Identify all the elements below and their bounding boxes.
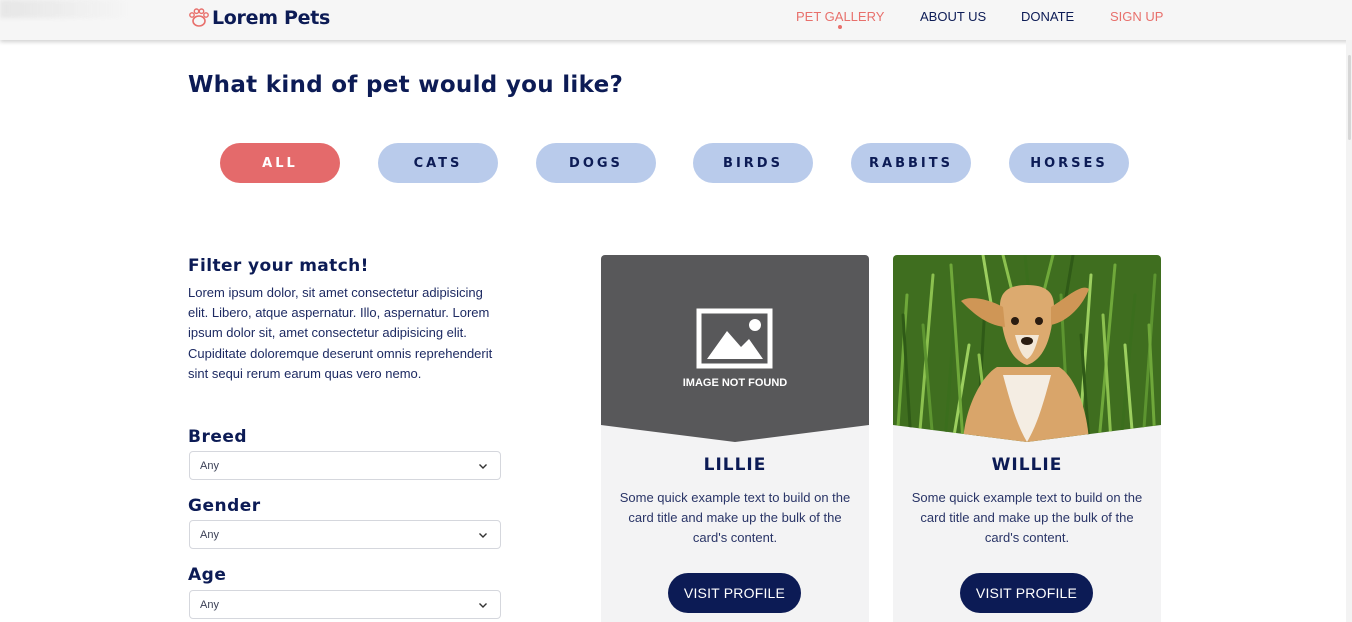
category-cats[interactable]: CATS: [378, 143, 498, 183]
pet-description: Some quick example text to build on the …: [911, 490, 1143, 546]
active-nav-indicator: [838, 25, 842, 29]
gender-select-value: Any: [200, 528, 219, 541]
category-rabbits[interactable]: RABBITS: [851, 143, 971, 183]
gender-label: Gender: [188, 496, 261, 516]
category-birds[interactable]: BIRDS: [693, 143, 813, 183]
brand-logo-link[interactable]: Lorem Pets: [188, 6, 330, 30]
gender-select[interactable]: Any: [189, 520, 501, 549]
filter-title: Filter your match!: [188, 256, 369, 276]
pet-card-lillie: IMAGE NOT FOUND LILLIE Some quick exampl…: [601, 255, 869, 622]
nav-pet-gallery[interactable]: PET GALLERY: [796, 9, 884, 24]
pet-name: WILLIE: [991, 455, 1063, 475]
filter-description: Lorem ipsum dolor, sit amet consectetur …: [188, 285, 493, 381]
category-horses[interactable]: HORSES: [1009, 143, 1129, 183]
pet-photo: [893, 255, 1161, 442]
breed-select-value: Any: [200, 459, 219, 472]
visit-profile-button[interactable]: VISIT PROFILE: [668, 573, 801, 613]
image-not-found-text: IMAGE NOT FOUND: [683, 377, 788, 389]
breed-label: Breed: [188, 427, 248, 447]
pet-name: LILLIE: [703, 455, 767, 475]
age-select-value: Any: [200, 598, 219, 611]
chevron-down-icon: [479, 603, 487, 608]
page-scrollbar-thumb[interactable]: [1348, 55, 1351, 140]
age-select[interactable]: Any: [189, 590, 501, 619]
category-dogs[interactable]: DOGS: [536, 143, 656, 183]
nav-about-us[interactable]: ABOUT US: [920, 9, 986, 24]
chevron-down-icon: [479, 464, 487, 469]
visit-profile-button[interactable]: VISIT PROFILE: [960, 573, 1093, 613]
age-label: Age: [188, 565, 227, 585]
paw-icon: [189, 8, 209, 27]
category-all[interactable]: ALL: [220, 143, 340, 183]
image-placeholder: IMAGE NOT FOUND: [601, 255, 869, 442]
chevron-down-icon: [479, 533, 487, 538]
top-navbar: Lorem Pets PET GALLERY ABOUT US DONATE S…: [0, 0, 1352, 40]
nav-donate[interactable]: DONATE: [1021, 9, 1074, 24]
brand-name: Lorem Pets: [212, 7, 331, 29]
pet-description: Some quick example text to build on the …: [619, 490, 851, 546]
blurred-header-remnant: [0, 0, 130, 18]
pet-card-willie: WILLIE Some quick example text to build …: [893, 255, 1161, 622]
breed-select[interactable]: Any: [189, 451, 501, 480]
nav-sign-up[interactable]: SIGN UP: [1110, 9, 1163, 24]
page-heading: What kind of pet would you like?: [188, 72, 624, 98]
